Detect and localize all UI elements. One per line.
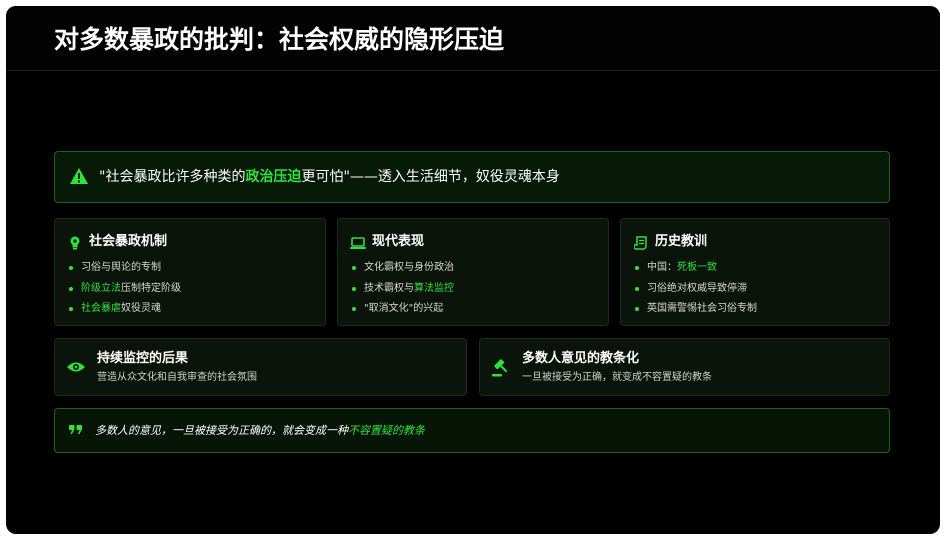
alert-text: "社会暴政比许多种类的政治压迫更可怕"——透入生活细节，奴役灵魂本身 xyxy=(99,167,560,187)
gavel-icon xyxy=(492,359,508,377)
card-modern-forms: 现代表现 文化霸权与身份政治 技术霸权与算法监控 "取消文化"的兴起 xyxy=(337,218,609,326)
card-title: 历史教训 xyxy=(655,234,708,249)
list-item: 社会暴虐奴役灵魂 xyxy=(69,299,181,320)
list-item: 习俗与舆论的专制 xyxy=(69,258,181,279)
quote-icon xyxy=(69,425,82,434)
alert-banner: "社会暴政比许多种类的政治压迫更可怕"——透入生活细节，奴役灵魂本身 xyxy=(54,151,890,203)
card-history-lessons: 历史教训 中国：死板一致 习俗绝对权威导致停滞 英国需警惕社会习俗专制 xyxy=(620,218,890,326)
card-description: 营造从众文化和自我审查的社会氛围 xyxy=(97,372,257,383)
slide: 对多数暴政的批判：社会权威的隐形压迫 "社会暴政比许多种类的政治压迫更可怕"——… xyxy=(6,6,940,534)
list-item: 英国需警惕社会习俗专制 xyxy=(635,299,757,320)
laptop-icon xyxy=(350,237,366,249)
alert-text-before: "社会暴政比许多种类的 xyxy=(99,169,246,185)
list-item: 技术霸权与算法监控 xyxy=(352,279,454,300)
list-item: 文化霸权与身份政治 xyxy=(352,258,454,279)
page-title: 对多数暴政的批判：社会权威的隐形压迫 xyxy=(54,25,505,54)
quote-banner: 多数人的意见，一旦被接受为正确的，就会变成一种不容置疑的教条 xyxy=(54,408,890,453)
card-title: 社会暴政机制 xyxy=(89,234,168,249)
warning-triangle-icon xyxy=(70,168,88,184)
alert-text-after: 更可怕"——透入生活细节，奴役灵魂本身 xyxy=(301,169,560,185)
lightbulb-icon xyxy=(70,236,80,250)
card-surveillance-consequence: 持续监控的后果 营造从众文化和自我审查的社会氛围 xyxy=(54,338,467,396)
card-title: 持续监控的后果 xyxy=(97,351,189,366)
list-item: 阶级立法压制特定阶级 xyxy=(69,279,181,300)
eye-icon xyxy=(67,362,85,372)
card-social-tyranny: 社会暴政机制 习俗与舆论的专制 阶级立法压制特定阶级 社会暴虐奴役灵魂 xyxy=(54,218,326,326)
list-item: 中国：死板一致 xyxy=(635,258,757,279)
bullet-list: 习俗与舆论的专制 阶级立法压制特定阶级 社会暴虐奴役灵魂 xyxy=(69,258,181,320)
quote-text-before: 多数人的意见，一旦被接受为正确的，就会变成一种 xyxy=(95,424,348,437)
quote-highlight: 不容置疑的教条 xyxy=(348,424,425,437)
card-description: 一旦被接受为正确，就变成不容置疑的教条 xyxy=(522,372,712,383)
header: 对多数暴政的批判：社会权威的隐形压迫 xyxy=(6,6,940,71)
card-title: 多数人意见的教条化 xyxy=(522,351,640,366)
card-title: 现代表现 xyxy=(372,234,425,249)
bullet-list: 中国：死板一致 习俗绝对权威导致停滞 英国需警惕社会习俗专制 xyxy=(635,258,757,320)
bullet-list: 文化霸权与身份政治 技术霸权与算法监控 "取消文化"的兴起 xyxy=(352,258,454,320)
list-item: 习俗绝对权威导致停滞 xyxy=(635,279,757,300)
alert-highlight: 政治压迫 xyxy=(245,169,302,185)
scroll-icon xyxy=(634,236,647,250)
quote-text: 多数人的意见，一旦被接受为正确的，就会变成一种不容置疑的教条 xyxy=(95,423,425,439)
list-item: "取消文化"的兴起 xyxy=(352,299,454,320)
card-majority-dogma: 多数人意见的教条化 一旦被接受为正确，就变成不容置疑的教条 xyxy=(479,338,890,396)
